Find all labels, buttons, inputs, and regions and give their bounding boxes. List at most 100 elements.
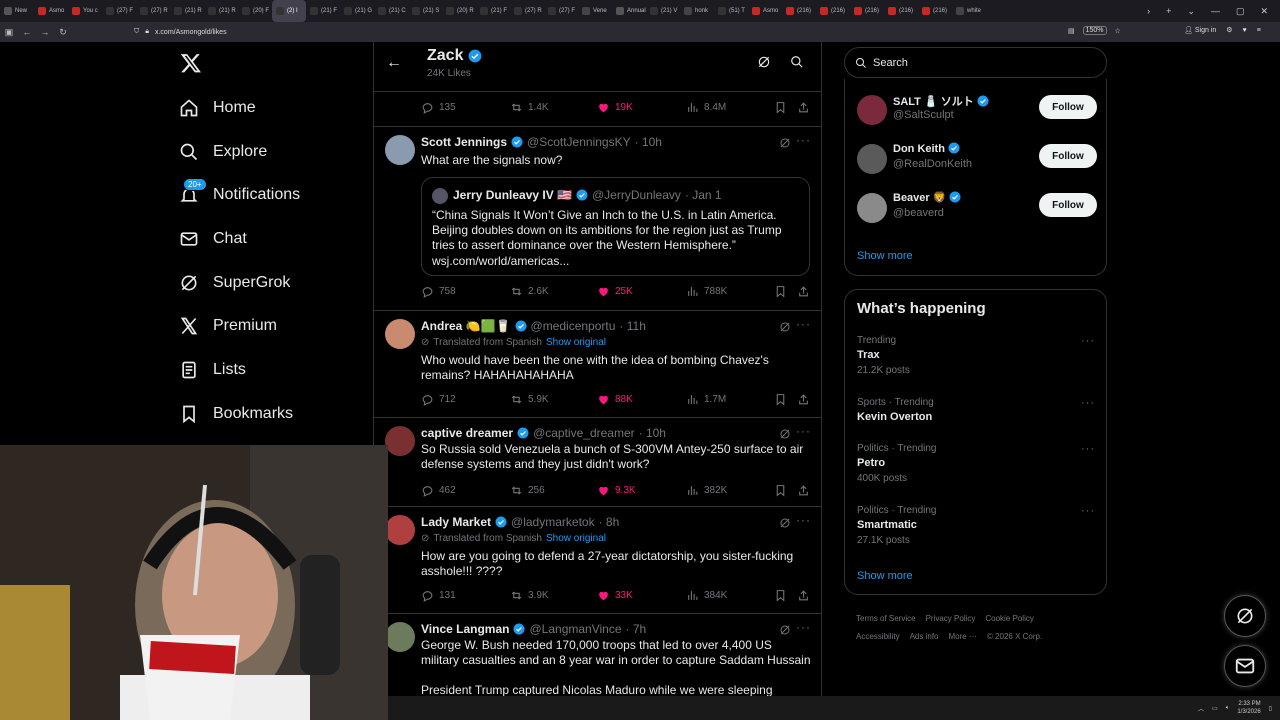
share-button[interactable] [797, 101, 810, 114]
post-previous[interactable]: 135 1.4K 19K 8.4M [374, 92, 821, 127]
trend-more-icon[interactable]: ··· [1081, 505, 1095, 517]
url-bar[interactable]: ⛉ 🔒︎ x.com/Asmongold/likes [134, 25, 1054, 39]
bookmark-button[interactable] [774, 484, 787, 497]
browser-tab[interactable]: Annual-1 [612, 0, 646, 22]
more-options-icon[interactable]: ··· [796, 513, 811, 527]
browser-tab[interactable]: (20) F [238, 0, 272, 22]
more-options-icon[interactable]: ··· [796, 133, 811, 147]
extensions-icon[interactable]: ⚙ [1226, 26, 1232, 34]
nav-item-lists[interactable]: Lists [179, 350, 246, 390]
author-name[interactable]: Scott Jennings [421, 135, 507, 149]
bookmark-button[interactable] [774, 589, 787, 602]
share-button[interactable] [797, 484, 810, 497]
browser-tab[interactable]: honk [680, 0, 714, 22]
browser-tab[interactable]: (216) [884, 0, 918, 22]
browser-tab[interactable]: (51) T [714, 0, 748, 22]
tweet[interactable]: Lady Market @ladymarketok · 8h ··· ⊘ Translat… [374, 507, 821, 614]
like-button[interactable]: 25K [597, 285, 633, 298]
follow-name[interactable]: Don Keith [893, 143, 945, 155]
grok-fab-button[interactable] [1224, 595, 1266, 637]
trend-more-icon[interactable]: ··· [1081, 335, 1095, 347]
trend-more-icon[interactable]: ··· [1081, 443, 1095, 455]
network-icon[interactable]: ▭ [1212, 705, 1218, 712]
nav-item-supergrok[interactable]: SuperGrok [179, 263, 290, 303]
like-button[interactable]: 19K [597, 101, 633, 114]
tweet[interactable]: Andrea 🍋🟩🥛 @medicenportu · 11h ··· ⊘ Translat… [374, 311, 821, 418]
like-button[interactable]: 33K [597, 589, 633, 602]
more-options-icon[interactable]: ··· [796, 424, 811, 438]
close-icon[interactable]: ✕ [1260, 6, 1268, 17]
follow-handle[interactable]: @RealDonKeith [893, 158, 972, 170]
browser-tab[interactable]: (2) I [272, 0, 306, 22]
grok-explain-icon[interactable] [779, 624, 791, 636]
new-tab-icon[interactable]: + [1166, 6, 1171, 16]
browser-tab[interactable]: (27) R [136, 0, 170, 22]
avatar[interactable] [857, 95, 887, 125]
notification-center-icon[interactable]: ▯ [1269, 705, 1272, 712]
browser-tab[interactable]: (27) F [544, 0, 578, 22]
author-name[interactable]: captive dreamer [421, 426, 513, 440]
author-name[interactable]: Lady Market [421, 515, 491, 529]
browser-tab[interactable]: (216) [918, 0, 952, 22]
browser-tab[interactable]: (21) V [646, 0, 680, 22]
bookmark-button[interactable] [774, 101, 787, 114]
clock[interactable]: 2:33 PM 1/3/2026 [1237, 700, 1260, 716]
browser-tab[interactable]: (21) F [306, 0, 340, 22]
browser-tab[interactable]: (216) [850, 0, 884, 22]
follow-handle[interactable]: @SaltSculpt [893, 109, 954, 121]
tray-chevron-icon[interactable]: ︿ [1198, 704, 1204, 713]
author-handle[interactable]: @captive_dreamer [533, 426, 635, 440]
author-handle[interactable]: @medicenportu [531, 319, 616, 333]
repost-button[interactable]: 5.9K [510, 393, 549, 406]
like-button[interactable]: 9.3K [597, 484, 636, 497]
trend-more-icon[interactable]: ··· [1081, 397, 1095, 409]
more-options-icon[interactable]: ··· [796, 317, 811, 331]
forward-icon[interactable]: → [36, 27, 54, 37]
nav-item-home[interactable]: Home [179, 88, 256, 128]
nav-item-bookmarks[interactable]: Bookmarks [179, 394, 293, 434]
repost-button[interactable]: 256 [510, 484, 545, 497]
grok-icon[interactable] [757, 55, 771, 69]
browser-tab[interactable]: (21) F [476, 0, 510, 22]
follow-button[interactable]: Follow [1039, 144, 1097, 168]
quoted-link[interactable]: wsj.com/world/americas... [432, 254, 569, 268]
browser-tab[interactable]: You c [68, 0, 102, 22]
nav-item-explore[interactable]: Explore [179, 132, 267, 172]
volume-icon[interactable]: 🔈︎ [1226, 705, 1230, 712]
grok-explain-icon[interactable] [779, 428, 791, 440]
footer-link[interactable]: Accessibility [856, 632, 900, 641]
search-box[interactable]: Search [844, 47, 1107, 78]
x-logo-icon[interactable] [180, 52, 202, 77]
repost-button[interactable]: 1.4K [510, 101, 549, 114]
browser-tab[interactable]: (21) R [204, 0, 238, 22]
sign-in-button[interactable]: 👤︎ Sign in [1184, 26, 1216, 34]
browser-tab[interactable]: (20) R [442, 0, 476, 22]
browser-tab[interactable]: Asmo [748, 0, 782, 22]
reply-button[interactable]: 131 [421, 589, 456, 602]
trend-item[interactable]: Trending Trax 21.2K posts ··· [857, 335, 1097, 376]
author-handle[interactable]: @ScottJenningsKY [527, 135, 631, 149]
trend-item[interactable]: Sports · Trending Kevin Overton ··· [857, 397, 1097, 423]
post-time[interactable]: · 7h [626, 622, 647, 636]
browser-tab[interactable]: (216) [816, 0, 850, 22]
footer-link[interactable]: Cookie Policy [985, 614, 1033, 623]
footer-link[interactable]: Privacy Policy [926, 614, 976, 623]
avatar[interactable] [857, 193, 887, 223]
grok-explain-icon[interactable] [779, 137, 791, 149]
url-text[interactable]: x.com/Asmongold/likes [155, 29, 227, 36]
views-button[interactable]: 8.4M [686, 101, 726, 114]
browser-tab[interactable]: Asmo [34, 0, 68, 22]
repost-button[interactable]: 2.6K [510, 285, 549, 298]
follow-suggestion[interactable]: SALT 🧂 ソルト @SaltSculpt Follow [857, 91, 1097, 131]
views-button[interactable]: 384K [686, 589, 727, 602]
post-time[interactable]: · 10h [635, 135, 662, 149]
trend-item[interactable]: Politics · Trending Smartmatic 27.1K posts… [857, 505, 1097, 546]
search-icon[interactable] [790, 55, 804, 69]
avatar[interactable] [385, 135, 415, 165]
browser-tab[interactable]: (27) R [510, 0, 544, 22]
browser-tab[interactable]: (21) S [408, 0, 442, 22]
footer-link[interactable]: Ads info [910, 632, 939, 641]
browser-tab[interactable]: (27) F [102, 0, 136, 22]
browser-tab[interactable]: white [952, 0, 986, 22]
back-arrow-icon[interactable]: ← [386, 54, 402, 72]
